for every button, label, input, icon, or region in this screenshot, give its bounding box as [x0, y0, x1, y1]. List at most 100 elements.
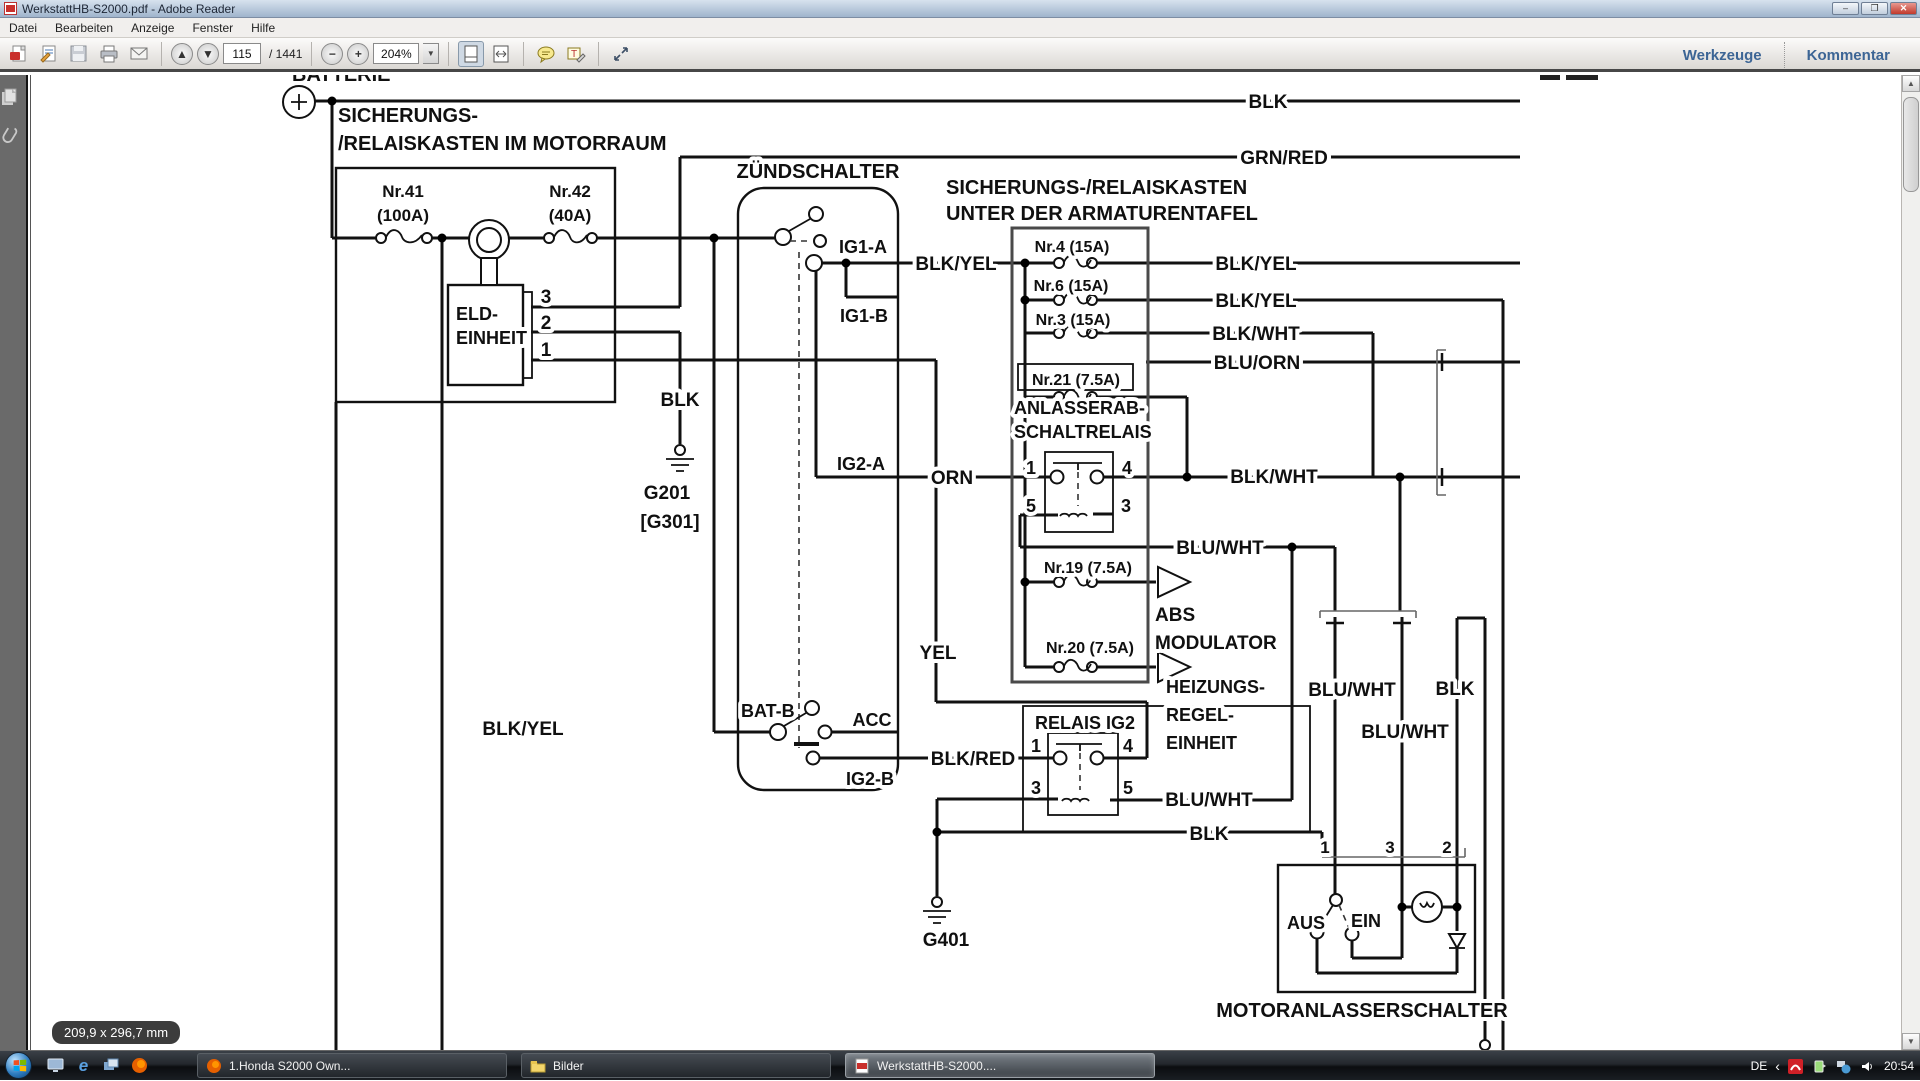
diagram-label: 1 — [1026, 458, 1036, 478]
diagram-label: Nr.6 (15A) — [1034, 278, 1109, 295]
wire-junction-dot — [1021, 578, 1030, 587]
folder-icon — [530, 1058, 546, 1074]
network-icon[interactable] — [1836, 1058, 1852, 1074]
diagram-label: EINHEIT — [1166, 733, 1237, 753]
create-pdf-icon — [9, 44, 29, 64]
kommentar-button[interactable]: Kommentar — [1785, 47, 1912, 64]
wire-junction-dot — [328, 97, 337, 106]
diagram-label: BLK/YEL — [1215, 254, 1297, 275]
diagram-label: HEIZUNGS- — [1166, 677, 1265, 697]
clock[interactable]: 20:54 — [1884, 1059, 1914, 1073]
wire-junction-dot — [1396, 473, 1405, 482]
diagram-label: ABS — [1155, 605, 1195, 626]
next-page-button[interactable]: ▼ — [197, 43, 219, 65]
diagram-label: YEL — [920, 643, 957, 664]
diagram-label: ACC — [853, 710, 892, 730]
diagram-label: 4 — [1122, 458, 1132, 478]
maximize-button[interactable]: ❐ — [1861, 2, 1888, 15]
diagram-label: EINHEIT — [456, 328, 527, 348]
page-number-input[interactable] — [223, 43, 261, 64]
adobe-reader-icon — [4, 2, 17, 15]
diagram-label: UNTER DER ARMATURENTAFEL — [946, 203, 1258, 225]
fullscreen-button[interactable] — [608, 41, 634, 67]
close-button[interactable]: ✕ — [1890, 2, 1917, 15]
save-button[interactable] — [66, 41, 92, 67]
diagram-label: ZÜNDSCHALTER — [737, 160, 901, 183]
menu-anzeige[interactable]: Anzeige — [122, 19, 183, 37]
create-pdf-button[interactable] — [6, 41, 32, 67]
scroll-down-arrow[interactable]: ▼ — [1902, 1033, 1920, 1050]
zoom-in-button[interactable]: + — [347, 43, 369, 65]
print-icon — [99, 44, 119, 64]
attachments-paperclip-icon[interactable] — [0, 124, 18, 144]
zoom-out-button[interactable]: − — [321, 43, 343, 65]
page-thumbnails-icon[interactable] — [0, 87, 18, 107]
show-desktop-icon[interactable] — [46, 1056, 65, 1075]
sticky-note-button[interactable] — [533, 41, 559, 67]
vertical-scrollbar[interactable]: ▲ ▼ — [1901, 75, 1920, 1050]
fit-width-button[interactable] — [488, 41, 514, 67]
diagram-label: SCHALTRELAIS — [1014, 422, 1152, 442]
svg-text:T: T — [571, 49, 577, 60]
diagram-label: SICHERUNGS-/RELAISKASTEN — [946, 177, 1247, 199]
diagram-label: 5 — [1123, 778, 1133, 798]
taskbar-button-honda-s2000[interactable]: 1.Honda S2000 Own... — [197, 1053, 507, 1078]
wire-junction-dot — [1021, 259, 1030, 268]
text-annotation-button[interactable]: T — [563, 41, 589, 67]
export-icon — [39, 44, 59, 64]
menu-hilfe[interactable]: Hilfe — [242, 19, 284, 37]
start-button[interactable] — [5, 1052, 32, 1079]
diagram-label: BLK/RED — [931, 749, 1015, 770]
scrollbar-thumb[interactable] — [1903, 97, 1919, 192]
diagram-label: IG2-A — [837, 454, 885, 474]
zoom-dropdown-button[interactable]: ▼ — [423, 43, 439, 64]
volume-icon[interactable] — [1860, 1058, 1876, 1074]
diagram-label: MOTORANLASSERSCHALTER — [1216, 1000, 1508, 1022]
diagram-label: 2 — [541, 313, 552, 334]
export-button[interactable] — [36, 41, 62, 67]
menu-datei[interactable]: Datei — [0, 19, 46, 37]
title-bar: WerkstattHB-S2000.pdf - Adobe Reader – ❐… — [0, 0, 1920, 18]
diagram-label: IG1-B — [840, 306, 888, 326]
diagram-label: Nr.42 — [549, 182, 591, 201]
diagram-label: BLU/ORN — [1214, 353, 1301, 374]
diagram-label: 3 — [1121, 496, 1131, 516]
taskbar-button-bilder[interactable]: Bilder — [521, 1053, 831, 1078]
diagram-label: /RELAISKASTEN IM MOTORRAUM — [338, 133, 667, 155]
toolbar-separator — [311, 42, 312, 66]
email-icon — [129, 44, 149, 64]
minimize-button[interactable]: – — [1832, 2, 1859, 15]
wire-junction-dot — [842, 259, 851, 268]
system-tray: DE ‹ 20:54 — [1751, 1051, 1914, 1081]
diagram-label: BLK — [1189, 824, 1228, 845]
diagram-label: BLK — [660, 390, 699, 411]
previous-page-button[interactable]: ▲ — [171, 43, 193, 65]
print-button[interactable] — [96, 41, 122, 67]
toolbar-separator — [161, 42, 162, 66]
avira-icon[interactable] — [1788, 1058, 1804, 1074]
menu-fenster[interactable]: Fenster — [183, 19, 242, 37]
language-indicator[interactable]: DE — [1751, 1059, 1768, 1073]
diagram-label: ORN — [931, 468, 973, 489]
taskbar-button-werkstatthb[interactable]: WerkstattHB-S2000.... — [845, 1053, 1155, 1078]
diagram-label: [G301] — [640, 512, 699, 533]
window-switcher-icon[interactable] — [102, 1056, 121, 1075]
scroll-up-arrow[interactable]: ▲ — [1902, 75, 1920, 92]
firefox-icon[interactable] — [130, 1056, 149, 1075]
zoom-level-input[interactable] — [373, 43, 419, 64]
diagram-label: RELAIS IG2 — [1035, 713, 1135, 733]
wire-junction-dot — [710, 234, 719, 243]
email-button[interactable] — [126, 41, 152, 67]
toolbar-separator — [448, 42, 449, 66]
diagram-label: BLK/YEL — [482, 719, 564, 740]
power-plug-icon[interactable] — [1812, 1058, 1828, 1074]
internet-explorer-icon[interactable]: e — [74, 1056, 93, 1075]
diagram-label: 2 — [1442, 838, 1451, 857]
menu-bearbeiten[interactable]: Bearbeiten — [46, 19, 122, 37]
diagram-label: BLU/WHT — [1308, 680, 1396, 701]
werkzeuge-button[interactable]: Werkzeuge — [1661, 47, 1784, 64]
tray-expand-chevron[interactable]: ‹ — [1775, 1058, 1780, 1074]
scrolling-mode-button[interactable] — [458, 41, 484, 67]
diagram-label: Nr.41 — [382, 182, 424, 201]
window-title: WerkstattHB-S2000.pdf - Adobe Reader — [22, 2, 235, 16]
